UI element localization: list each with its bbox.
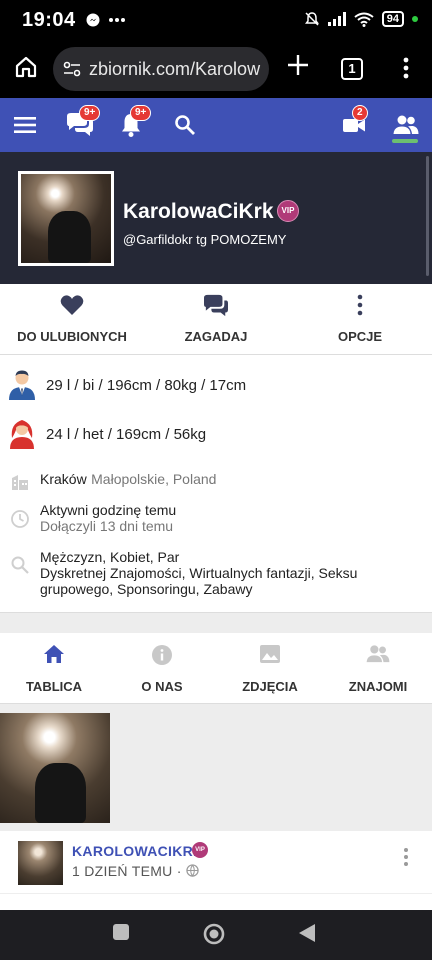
feed-photo[interactable] bbox=[0, 713, 110, 823]
post-meta: 1 DZIEŃ TEMU · bbox=[72, 863, 199, 879]
tab-znajomi-label: ZNAJOMI bbox=[348, 679, 408, 694]
tab-zdjecia-label: ZDJĘCIA bbox=[242, 679, 298, 694]
clock-icon bbox=[11, 510, 29, 528]
tab-tablica[interactable]: TABLICA bbox=[0, 633, 108, 704]
status-time: 19:04 bbox=[22, 9, 76, 31]
post-avatar[interactable] bbox=[18, 841, 63, 885]
tab-znajomi[interactable]: ZNAJOMI bbox=[324, 633, 432, 704]
city-icon bbox=[12, 475, 28, 490]
post-author[interactable]: KAROLOWACIKRK bbox=[72, 843, 203, 859]
hamburger-menu-button[interactable] bbox=[14, 98, 38, 152]
female-person-icon bbox=[10, 420, 34, 449]
new-tab-plus-icon[interactable] bbox=[285, 52, 311, 78]
tab-zdjecia[interactable]: ZDJĘCIA bbox=[216, 633, 324, 704]
privacy-indicator-dot bbox=[412, 16, 418, 22]
recents-icon[interactable] bbox=[112, 923, 130, 941]
city-text: Kraków bbox=[40, 471, 87, 487]
search-button[interactable] bbox=[174, 98, 196, 152]
active-nav-indicator bbox=[392, 139, 418, 143]
messages-button[interactable]: 9+ bbox=[65, 98, 101, 152]
female-info-row: 24 l / het / 169cm / 56kg bbox=[8, 418, 206, 450]
system-home-icon[interactable] bbox=[203, 923, 225, 945]
home-icon bbox=[44, 645, 64, 663]
url-text: zbiornik.com/Karolow bbox=[89, 58, 261, 79]
profile-name: KarolowaCiKrk bbox=[123, 200, 274, 223]
search-icon bbox=[11, 556, 29, 574]
interests-text: Dyskretnej Znajomości, Wirtualnych fanta… bbox=[40, 565, 358, 597]
active-text: Aktywni godzinę temu bbox=[40, 502, 177, 518]
post-time: 1 DZIEŃ TEMU · bbox=[72, 863, 182, 879]
status-system-icons: 94 bbox=[304, 11, 418, 27]
profile-avatar[interactable] bbox=[18, 171, 114, 266]
chat-icon bbox=[204, 294, 228, 317]
status-bar: 19:04 94 bbox=[0, 0, 432, 40]
tab-tablica-label: TABLICA bbox=[25, 679, 83, 694]
video-badge: 2 bbox=[352, 105, 368, 121]
wifi-icon bbox=[354, 12, 374, 27]
tab-o-nas[interactable]: O NAS bbox=[108, 633, 216, 704]
notifications-badge: 9+ bbox=[130, 105, 152, 121]
male-person-icon bbox=[9, 370, 35, 400]
favorite-button[interactable]: DO ULUBIONYCH bbox=[0, 284, 144, 355]
profile-actions: DO ULUBIONYCH ZAGADAJ OPCJE bbox=[0, 284, 432, 355]
friends-button[interactable] bbox=[393, 98, 419, 152]
people-icon bbox=[393, 115, 419, 134]
search-icon bbox=[175, 115, 195, 135]
scrollbar-thumb[interactable] bbox=[426, 156, 429, 276]
male-info-text: 29 l / bi / 196cm / 80kg / 17cm bbox=[46, 376, 247, 394]
site-navbar: 9+ 9+ 2 bbox=[0, 98, 432, 152]
browser-toolbar: zbiornik.com/Karolow 1 bbox=[0, 40, 432, 98]
post-card: KAROLOWACIKRK VIP 1 DZIEŃ TEMU · bbox=[0, 831, 432, 910]
chat-button[interactable]: ZAGADAJ bbox=[144, 284, 288, 355]
image-icon bbox=[260, 645, 280, 663]
battery-indicator: 94 bbox=[381, 11, 404, 27]
vip-badge: VIP bbox=[277, 200, 299, 222]
mute-bell-icon bbox=[304, 12, 319, 26]
system-navigation-bar bbox=[0, 910, 432, 960]
info-icon bbox=[152, 645, 172, 665]
site-settings-icon[interactable] bbox=[63, 61, 81, 77]
back-icon[interactable] bbox=[298, 923, 316, 943]
region-text: Małopolskie, Poland bbox=[91, 471, 217, 487]
messages-badge: 9+ bbox=[79, 105, 101, 121]
profile-handle: @Garfildokr tg POMOZEMY bbox=[123, 232, 287, 247]
profile-info: 29 l / bi / 196cm / 80kg / 17cm 24 l / h… bbox=[0, 355, 432, 613]
profile-tabs: TABLICA O NAS ZDJĘCIA ZNAJOMI bbox=[0, 633, 432, 704]
joined-text: Dołączyli 13 dni temu bbox=[40, 518, 174, 534]
options-button[interactable]: OPCJE bbox=[288, 284, 432, 355]
notifications-button[interactable]: 9+ bbox=[120, 98, 152, 152]
male-info-row: 29 l / bi / 196cm / 80kg / 17cm bbox=[8, 369, 246, 401]
heart-icon bbox=[60, 295, 84, 315]
female-info-text: 24 l / het / 169cm / 56kg bbox=[46, 425, 207, 443]
looking-for-row: Mężczyzn, Kobiet, Par Dyskretnej Znajomo… bbox=[10, 549, 420, 597]
tab-o-nas-label: O NAS bbox=[141, 679, 183, 694]
options-label: OPCJE bbox=[337, 329, 383, 344]
globe-icon bbox=[186, 864, 199, 877]
activity-row: Aktywni godzinę temu Dołączyli 13 dni te… bbox=[10, 502, 176, 534]
chat-label: ZAGADAJ bbox=[184, 329, 248, 344]
home-icon[interactable] bbox=[14, 55, 38, 79]
favorite-label: DO ULUBIONYCH bbox=[17, 329, 127, 344]
vertical-dots-icon bbox=[357, 294, 363, 316]
post-divider bbox=[0, 893, 432, 894]
section-gap bbox=[0, 613, 432, 633]
post-vip-badge: VIP bbox=[192, 842, 208, 858]
location-row: Kraków Małopolskie, Poland bbox=[10, 471, 216, 491]
status-notification-icons bbox=[86, 13, 126, 27]
signal-icon bbox=[327, 12, 346, 26]
people-icon bbox=[366, 645, 390, 663]
tab-switcher-button[interactable]: 1 bbox=[341, 58, 363, 80]
video-chat-button[interactable]: 2 bbox=[342, 98, 368, 152]
avatar-photo bbox=[21, 174, 111, 263]
looking-for-text: Mężczyzn, Kobiet, Par bbox=[40, 549, 180, 565]
menu-dots-icon[interactable] bbox=[396, 56, 416, 80]
messenger-icon bbox=[86, 13, 100, 27]
more-dots-icon bbox=[109, 18, 125, 22]
hamburger-icon bbox=[14, 117, 36, 133]
address-bar[interactable]: zbiornik.com/Karolow bbox=[53, 47, 269, 91]
post-options-icon[interactable] bbox=[402, 847, 410, 867]
